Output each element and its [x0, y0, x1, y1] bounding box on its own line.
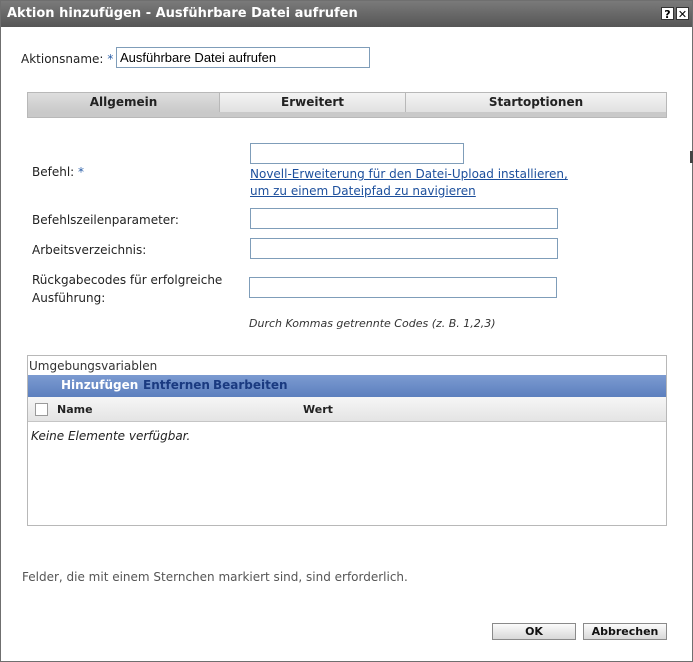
return-codes-label-line1: Rückgabecodes für erfolgreiche: [32, 273, 223, 287]
required-fields-note: Felder, die mit einem Sternchen markiert…: [22, 570, 408, 584]
env-variables-panel: Umgebungsvariablen Hinzufügen Entfernen …: [27, 355, 667, 526]
edit-button[interactable]: Bearbeiten: [213, 378, 288, 392]
command-label: Befehl: *: [32, 165, 85, 179]
action-name-label: Aktionsname: *: [21, 52, 114, 66]
tab-underline: [28, 112, 666, 117]
dialog-title: Aktion hinzufügen - Ausführbare Datei au…: [7, 6, 358, 21]
env-table-header: Name Wert: [28, 397, 666, 422]
column-name[interactable]: Name: [57, 403, 93, 416]
tab-allgemein[interactable]: Allgemein: [28, 93, 220, 113]
workdir-label: Arbeitsverzeichnis:: [32, 243, 147, 257]
required-asterisk: *: [107, 52, 114, 66]
ok-button[interactable]: OK: [492, 623, 576, 640]
command-input[interactable]: [250, 143, 464, 164]
return-codes-label-line2: Ausführung:: [32, 291, 106, 305]
tab-erweitert[interactable]: Erweitert: [220, 93, 406, 113]
add-action-dialog: Aktion hinzufügen - Ausführbare Datei au…: [0, 0, 693, 662]
workdir-input[interactable]: [250, 238, 558, 259]
cancel-button[interactable]: Abbrechen: [583, 623, 667, 640]
install-upload-extension-link[interactable]: Novell-Erweiterung für den Datei-Upload …: [250, 166, 568, 183]
remove-button[interactable]: Entfernen: [143, 378, 210, 392]
navigate-filepath-link[interactable]: um zu einem Dateipfad zu navigieren: [250, 183, 476, 200]
env-toolbar: Hinzufügen Entfernen Bearbeiten: [28, 375, 666, 397]
close-icon[interactable]: ✕: [676, 7, 689, 21]
tab-bar: Allgemein Erweitert Startoptionen: [27, 92, 667, 118]
empty-list-text: Keine Elemente verfügbar.: [31, 429, 191, 443]
env-variables-title: Umgebungsvariablen: [29, 359, 158, 373]
add-button[interactable]: Hinzufügen: [61, 378, 138, 392]
return-codes-input[interactable]: [249, 277, 557, 298]
column-value[interactable]: Wert: [303, 403, 333, 416]
select-all-checkbox[interactable]: [35, 403, 48, 416]
required-asterisk: *: [78, 165, 85, 179]
params-input[interactable]: [250, 208, 558, 229]
params-label: Befehlszeilenparameter:: [32, 213, 179, 227]
action-name-input[interactable]: [116, 47, 370, 68]
title-bar[interactable]: Aktion hinzufügen - Ausführbare Datei au…: [1, 1, 692, 27]
help-icon[interactable]: ?: [661, 7, 674, 21]
tab-startoptionen[interactable]: Startoptionen: [406, 93, 666, 113]
return-codes-hint: Durch Kommas getrennte Codes (z. B. 1,2,…: [249, 317, 496, 330]
